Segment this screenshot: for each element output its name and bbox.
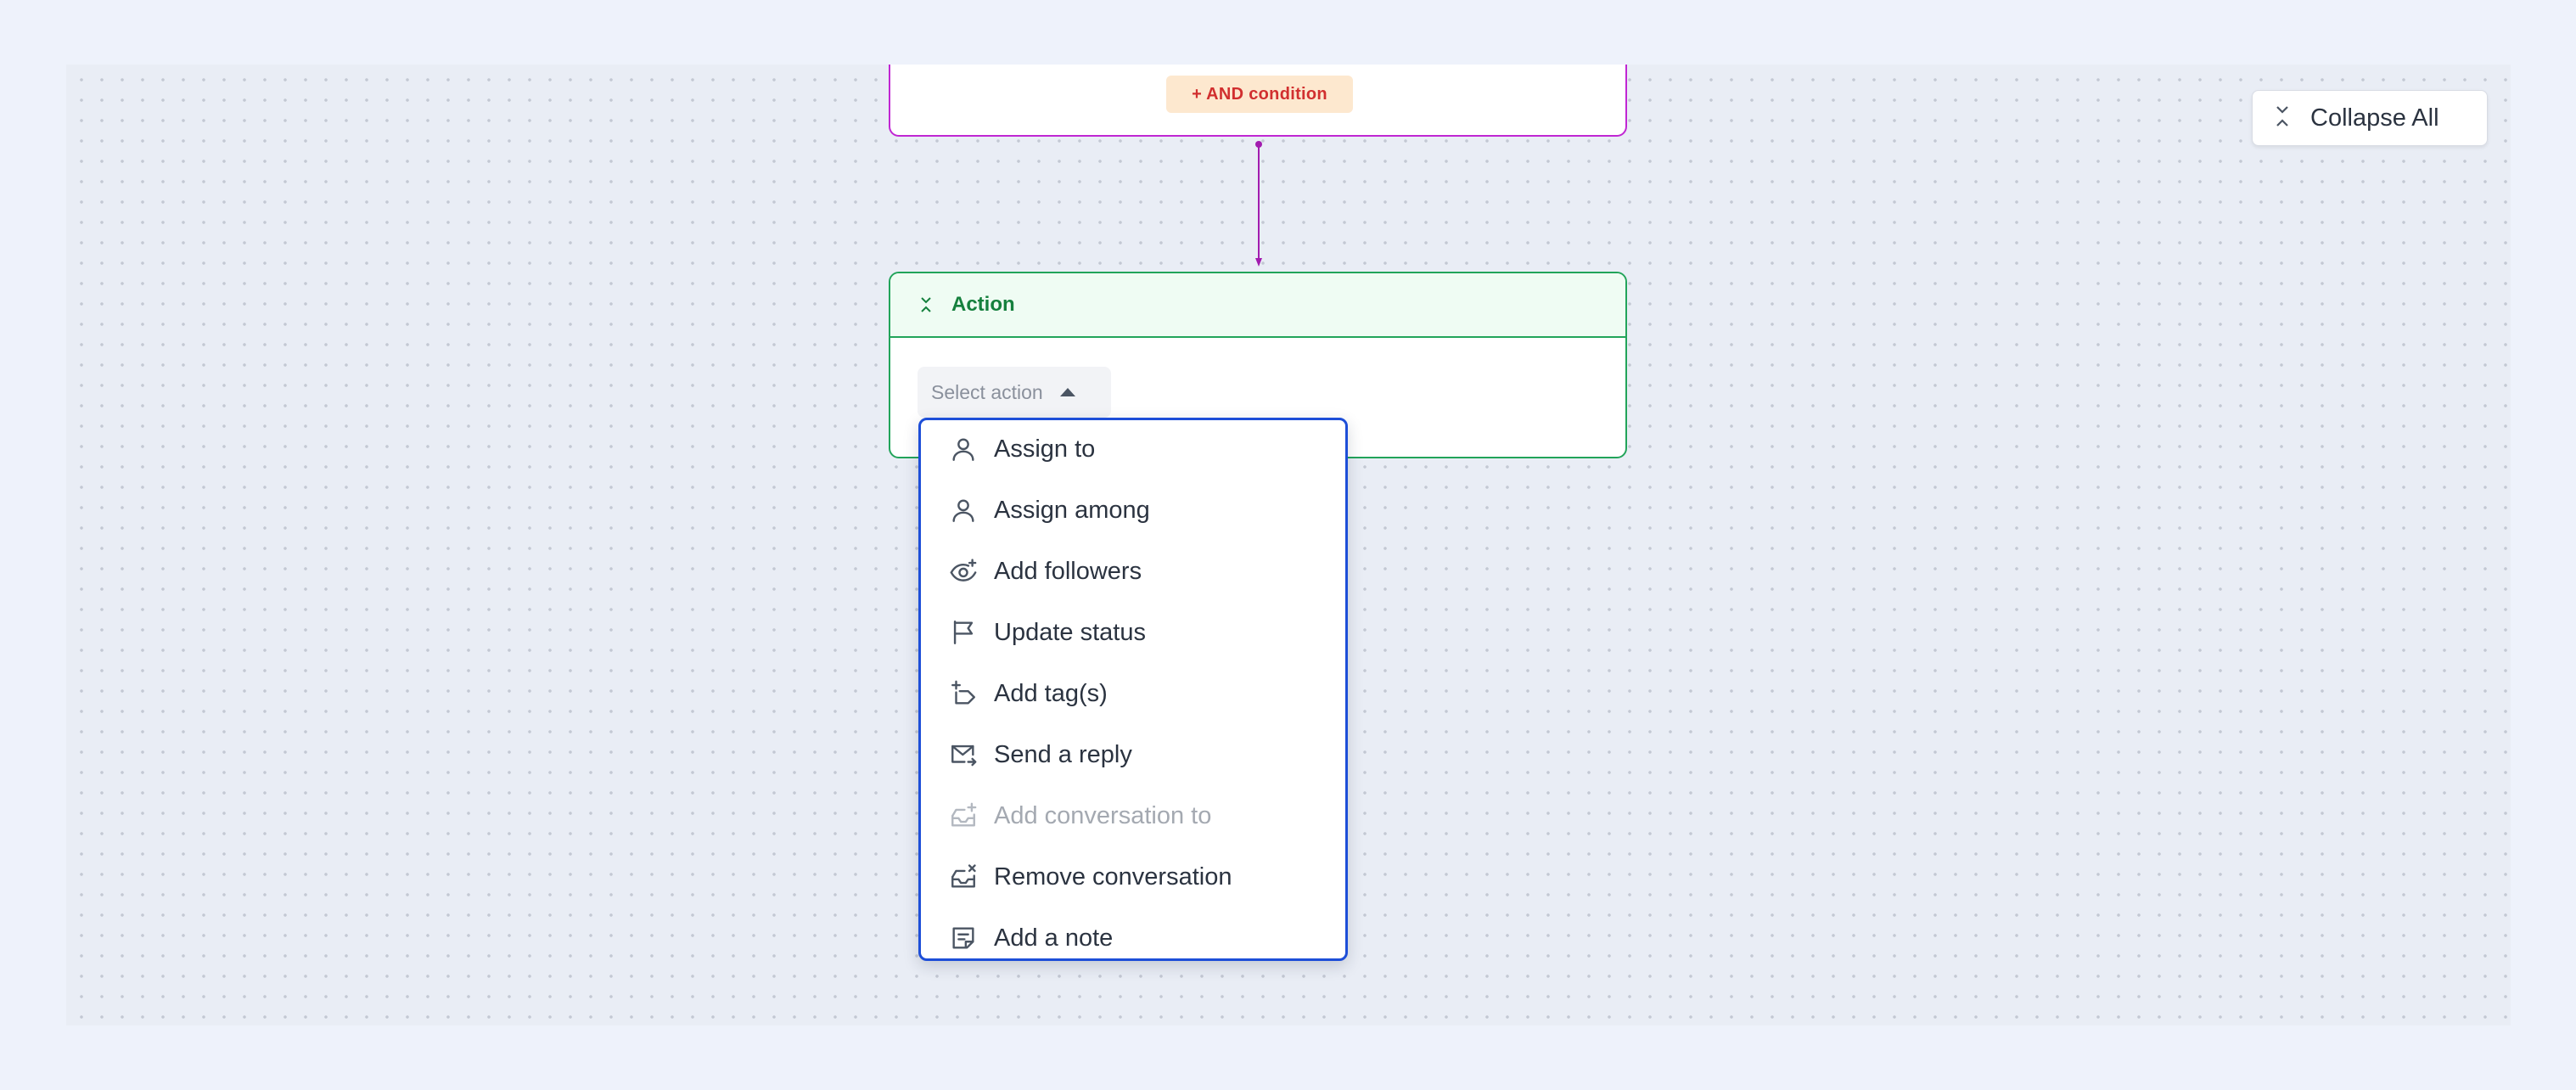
workflow-canvas[interactable]: + AND condition Action Select action Ass… — [66, 65, 2511, 1025]
menu-item-add-followers[interactable]: Add followers — [921, 541, 1345, 602]
collapse-chevrons-icon — [2275, 104, 2290, 133]
user-icon — [948, 495, 979, 525]
inbox-plus-icon — [948, 801, 979, 831]
menu-item-remove-conversation[interactable]: Remove conversation — [921, 846, 1345, 907]
flag-icon — [948, 617, 979, 648]
collapse-chevrons-icon[interactable] — [919, 295, 933, 314]
inbox-remove-icon — [948, 862, 979, 892]
menu-item-update-status[interactable]: Update status — [921, 602, 1345, 663]
condition-card: + AND condition — [889, 65, 1627, 137]
user-icon — [948, 434, 979, 464]
menu-item-label: Add followers — [994, 557, 1142, 585]
eye-plus-icon — [948, 556, 979, 587]
select-action-dropdown[interactable]: Select action — [918, 367, 1111, 418]
collapse-all-label: Collapse All — [2310, 104, 2439, 132]
action-card-header: Action — [890, 273, 1625, 338]
connector-line — [1255, 141, 1262, 267]
menu-item-label: Update status — [994, 618, 1146, 646]
menu-item-label: Add a note — [994, 924, 1114, 952]
menu-item-add-conversation-to: Add conversation to — [921, 785, 1345, 846]
note-icon — [948, 923, 979, 953]
menu-item-label: Add conversation to — [994, 801, 1212, 829]
action-dropdown-menu: Assign to Assign among Add followers Upd… — [918, 418, 1348, 961]
tag-plus-icon — [948, 678, 979, 709]
select-action-placeholder: Select action — [931, 380, 1043, 403]
menu-item-label: Add tag(s) — [994, 679, 1108, 707]
menu-item-label: Send a reply — [994, 740, 1132, 768]
mail-forward-icon — [948, 739, 979, 770]
action-card-title: Action — [951, 293, 1015, 316]
menu-item-add-tags[interactable]: Add tag(s) — [921, 663, 1345, 724]
menu-item-assign-to[interactable]: Assign to — [921, 420, 1345, 480]
menu-item-label: Assign among — [994, 496, 1150, 524]
caret-up-icon — [1059, 388, 1075, 396]
menu-item-label: Remove conversation — [994, 862, 1232, 891]
menu-item-send-reply[interactable]: Send a reply — [921, 724, 1345, 785]
add-and-condition-button[interactable]: + AND condition — [1166, 76, 1353, 113]
collapse-all-button[interactable]: Collapse All — [2252, 90, 2488, 146]
menu-item-add-note[interactable]: Add a note — [921, 907, 1345, 958]
menu-item-label: Assign to — [994, 435, 1096, 463]
menu-item-assign-among[interactable]: Assign among — [921, 480, 1345, 541]
